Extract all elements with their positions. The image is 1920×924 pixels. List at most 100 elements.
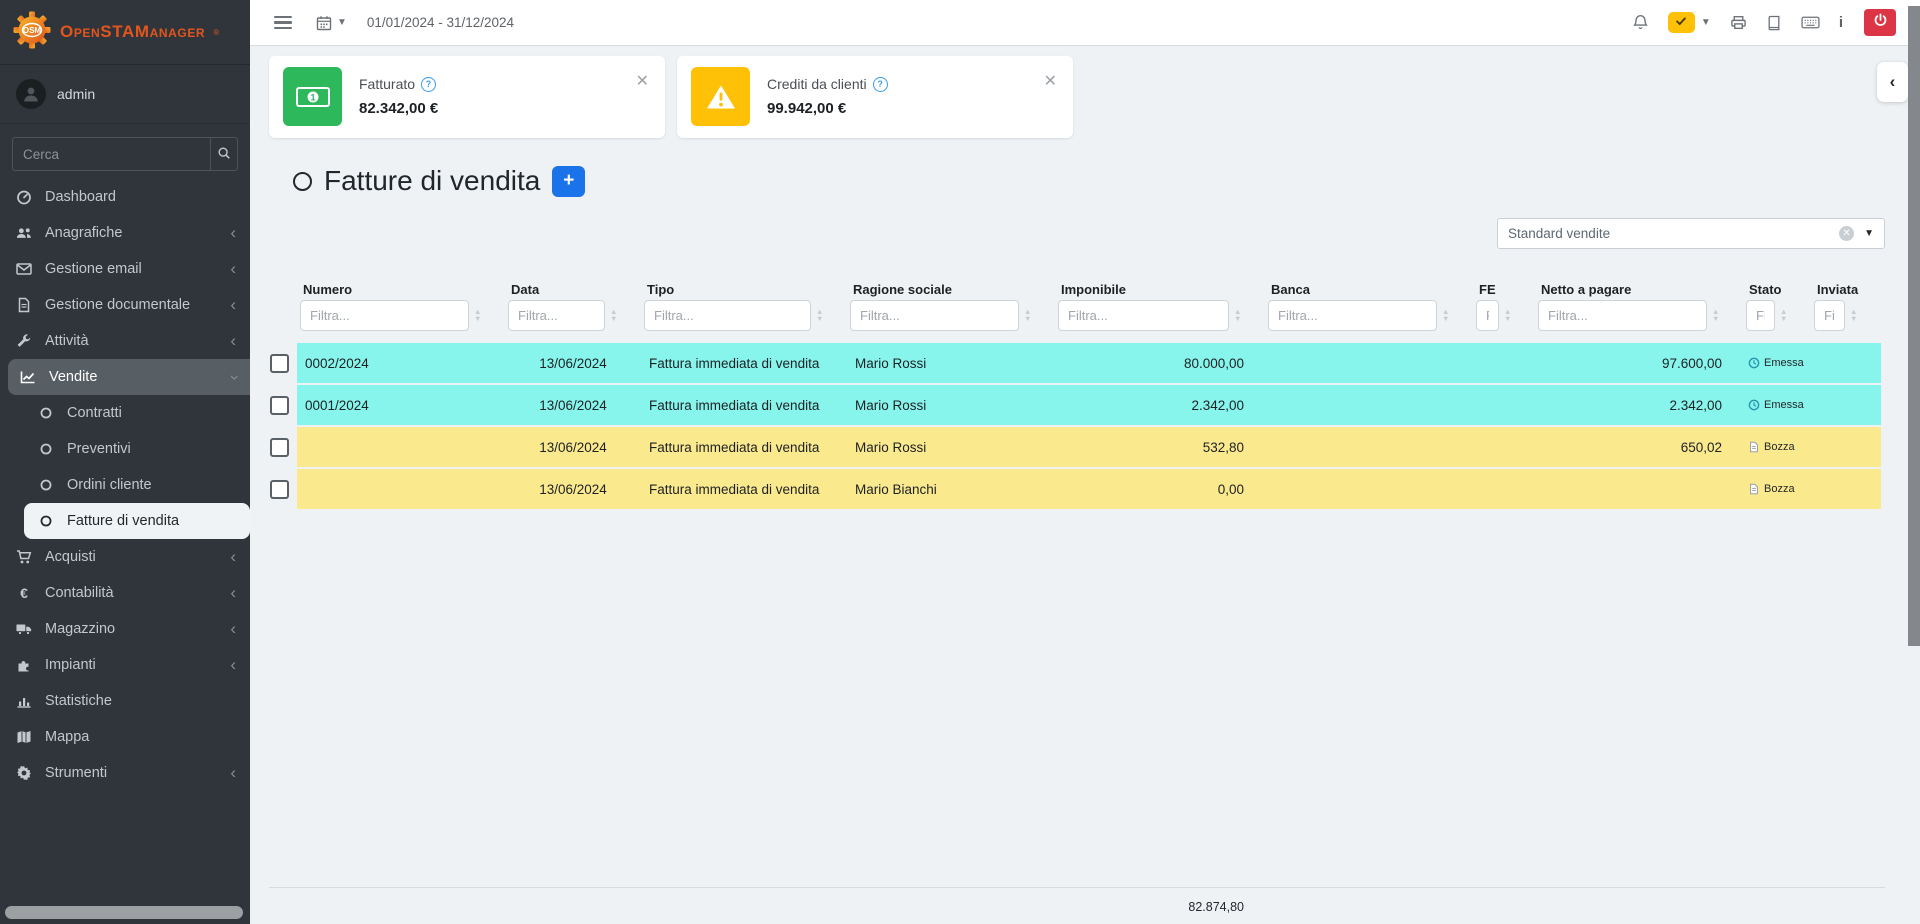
footer-cell-tipo: [641, 900, 847, 914]
truck-icon: [14, 621, 33, 637]
column-header-ragione-sociale[interactable]: Ragione sociale: [847, 282, 1055, 297]
sort-arrows-icon[interactable]: ▲▼: [1442, 309, 1449, 322]
sort-arrows-icon[interactable]: ▲▼: [1850, 309, 1857, 322]
cell-numero: 0002/2024: [297, 343, 505, 383]
sort-arrows-icon[interactable]: ▲▼: [1024, 309, 1031, 322]
vertical-scrollbar[interactable]: [1908, 6, 1920, 646]
filter-input-fe[interactable]: [1476, 300, 1499, 331]
app-logo[interactable]: OSM OpenSTAManager®: [0, 0, 250, 65]
row-checkbox[interactable]: [270, 480, 289, 499]
views-select[interactable]: Standard vendite ✕ ▼: [1497, 218, 1885, 249]
sidebar-item-statistiche[interactable]: Statistiche: [0, 683, 250, 719]
filter-input-numero[interactable]: [300, 300, 469, 331]
card-close-icon[interactable]: ✕: [1044, 74, 1057, 90]
print-icon[interactable]: [1730, 14, 1747, 31]
sort-arrows-icon[interactable]: ▲▼: [1780, 309, 1787, 322]
filter-input-ragione-sociale[interactable]: [850, 300, 1019, 331]
tasks-check-button[interactable]: [1668, 12, 1695, 33]
cell-netto-a-pagare: 2.342,00: [1535, 385, 1743, 425]
column-header-netto-a-pagare[interactable]: Netto a pagare: [1535, 282, 1743, 297]
table-row[interactable]: 13/06/2024Fattura immediata di venditaMa…: [269, 427, 1885, 467]
date-range[interactable]: 01/01/2024 - 31/12/2024: [367, 15, 514, 30]
sidebar-horizontal-scrollbar[interactable]: [5, 906, 243, 919]
row-checkbox[interactable]: [270, 396, 289, 415]
clear-icon[interactable]: ✕: [1839, 226, 1854, 241]
sidebar-item-dashboard[interactable]: Dashboard: [0, 179, 250, 215]
column-header-imponibile[interactable]: Imponibile: [1055, 282, 1265, 297]
sidebar-item-label: Acquisti: [45, 549, 96, 565]
search-input[interactable]: [13, 138, 210, 170]
card-crediti[interactable]: Crediti da clienti? 99.942,00 € ✕: [677, 56, 1073, 138]
help-icon[interactable]: ?: [873, 77, 888, 92]
sidebar-item-fatture-di-vendita[interactable]: Fatture di vendita: [24, 503, 250, 539]
module-circle-icon: [293, 172, 312, 191]
sidebar-item-vendite[interactable]: Vendite‹: [8, 359, 250, 395]
column-header-numero[interactable]: Numero: [297, 282, 505, 297]
column-header-inviata[interactable]: Inviata: [1811, 282, 1881, 297]
column-header-banca[interactable]: Banca: [1265, 282, 1473, 297]
user-panel[interactable]: admin: [0, 65, 250, 124]
column-header-data[interactable]: Data: [505, 282, 641, 297]
sort-arrows-icon[interactable]: ▲▼: [610, 309, 617, 322]
filter-input-tipo[interactable]: [644, 300, 811, 331]
footer-cell-netto-a-pagare: [1535, 900, 1743, 914]
filter-input-banca[interactable]: [1268, 300, 1437, 331]
sidebar-item-contratti[interactable]: Contratti: [0, 395, 250, 431]
caret-down-icon[interactable]: ▼: [1701, 17, 1711, 28]
sidebar-item-mappa[interactable]: Mappa: [0, 719, 250, 755]
sidebar-item-gestione-documentale[interactable]: Gestione documentale‹: [0, 287, 250, 323]
menu-toggle-icon[interactable]: [274, 16, 292, 29]
sort-arrows-icon[interactable]: ▲▼: [1504, 309, 1511, 322]
sidebar-item-attivit[interactable]: Attività‹: [0, 323, 250, 359]
footer-cell-numero: [297, 900, 505, 914]
table-footer: 82.874,80: [269, 887, 1885, 924]
filter-input-stato[interactable]: [1746, 300, 1775, 331]
sort-arrows-icon[interactable]: ▲▼: [1712, 309, 1719, 322]
add-invoice-button[interactable]: +: [552, 166, 585, 197]
keyboard-shortcuts-icon[interactable]: [1801, 16, 1820, 29]
sidebar-item-impianti[interactable]: Impianti‹: [0, 647, 250, 683]
sort-arrows-icon[interactable]: ▲▼: [1234, 309, 1241, 322]
sidebar-item-magazzino[interactable]: Magazzino‹: [0, 611, 250, 647]
status-label: Bozza: [1764, 441, 1795, 453]
card-close-icon[interactable]: ✕: [636, 74, 649, 90]
table-row[interactable]: 13/06/2024Fattura immediata di venditaMa…: [269, 469, 1885, 509]
sidebar-item-strumenti[interactable]: Strumenti‹: [0, 755, 250, 791]
table-row[interactable]: 0002/202413/06/2024Fattura immediata di …: [269, 343, 1885, 383]
filter-input-netto-a-pagare[interactable]: [1538, 300, 1707, 331]
help-icon[interactable]: ?: [421, 77, 436, 92]
cell-banca: [1265, 385, 1473, 425]
sidebar-item-preventivi[interactable]: Preventivi: [0, 431, 250, 467]
collapse-panel-button[interactable]: ‹: [1877, 62, 1908, 102]
logout-power-button[interactable]: [1864, 9, 1896, 36]
info-icon[interactable]: i: [1839, 14, 1843, 31]
cell-fe: [1473, 469, 1535, 509]
filter-input-data[interactable]: [508, 300, 605, 331]
search-button[interactable]: [210, 138, 237, 170]
sidebar-item-ordini-cliente[interactable]: Ordini cliente: [0, 467, 250, 503]
cell-tipo: Fattura immediata di vendita: [641, 469, 847, 509]
circle-icon: [36, 406, 55, 420]
sort-arrows-icon[interactable]: ▲▼: [474, 309, 481, 322]
user-name: admin: [57, 86, 95, 102]
row-checkbox[interactable]: [270, 438, 289, 457]
column-header-fe[interactable]: FE: [1473, 282, 1535, 297]
period-picker[interactable]: ▼: [316, 15, 347, 31]
column-header-stato[interactable]: Stato: [1743, 282, 1811, 297]
sidebar-item-acquisti[interactable]: Acquisti‹: [0, 539, 250, 575]
sidebar-item-gestione-email[interactable]: Gestione email‹: [0, 251, 250, 287]
filter-input-inviata[interactable]: [1814, 300, 1845, 331]
notifications-bell-icon[interactable]: [1632, 14, 1649, 31]
warning-icon: [691, 67, 750, 126]
card-fatturato[interactable]: 1 Fatturato? 82.342,00 € ✕: [269, 56, 665, 138]
sidebar-item-contabilit[interactable]: €Contabilità‹: [0, 575, 250, 611]
row-checkbox[interactable]: [270, 354, 289, 373]
column-header-tipo[interactable]: Tipo: [641, 282, 847, 297]
sidebar-item-anagrafiche[interactable]: Anagrafiche‹: [0, 215, 250, 251]
table-row[interactable]: 0001/202413/06/2024Fattura immediata di …: [269, 385, 1885, 425]
filter-input-imponibile[interactable]: [1058, 300, 1229, 331]
card-title: Fatturato: [359, 76, 415, 92]
sort-arrows-icon[interactable]: ▲▼: [816, 309, 823, 322]
footer-cell-data: [505, 900, 641, 914]
docs-book-icon[interactable]: [1766, 15, 1782, 31]
